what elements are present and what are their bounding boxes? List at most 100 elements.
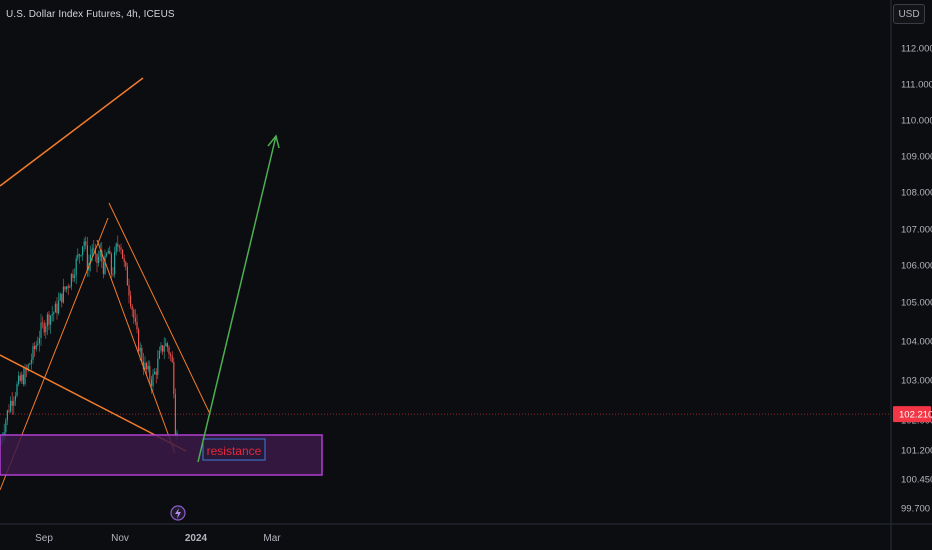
candle-body <box>8 410 10 412</box>
upper-channel-line <box>0 77 144 187</box>
candle-body <box>114 252 116 275</box>
candle-body <box>82 246 84 256</box>
candle-body <box>13 400 15 406</box>
y-tick-label: 106.000 <box>901 261 932 272</box>
y-tick-label: 104.000 <box>901 337 932 348</box>
x-tick-label: Sep <box>35 533 53 544</box>
candle-body <box>38 337 40 344</box>
candle-body <box>149 365 151 380</box>
candle-body <box>122 249 124 259</box>
candle-body <box>162 345 164 352</box>
candle-body <box>98 256 100 264</box>
candle-body <box>46 314 48 327</box>
candle-body <box>53 312 55 315</box>
candle-body <box>174 394 176 436</box>
currency-button[interactable]: USD <box>893 4 925 24</box>
candle-body <box>133 309 135 318</box>
candle-body <box>50 315 52 325</box>
candle-body <box>126 266 128 286</box>
x-tick-label: Nov <box>111 533 129 544</box>
candle-body <box>120 247 122 250</box>
y-tick-label: 108.000 <box>901 188 932 199</box>
candle-body <box>64 286 66 290</box>
candle-body <box>128 285 130 296</box>
candle-body <box>115 243 117 253</box>
y-tick-label: 112.000 <box>901 44 932 55</box>
candle-body <box>146 362 148 370</box>
candle-body <box>147 365 149 370</box>
candle-body <box>75 258 77 276</box>
y-tick-label: 105.000 <box>901 298 932 309</box>
candle-body <box>70 273 72 287</box>
candle-body <box>131 306 133 310</box>
candle-body <box>91 248 93 255</box>
candle-body <box>78 254 80 256</box>
falling-wedge-line-inner <box>96 239 176 454</box>
candle-body <box>110 253 112 275</box>
candle-body <box>42 322 44 324</box>
candle-body <box>32 346 34 360</box>
y-tick-label: 103.000 <box>901 376 932 387</box>
bullish-arrow-line <box>197 135 277 463</box>
candle-body <box>54 303 56 313</box>
resistance-label: resistance <box>207 444 262 458</box>
candle-body <box>66 286 68 290</box>
candle-body <box>102 261 104 274</box>
y-tick-label: 107.000 <box>901 225 932 236</box>
candle-body <box>62 286 64 303</box>
resistance-zone[interactable] <box>0 434 323 476</box>
candle-body <box>77 254 79 259</box>
y-tick-label: 99.700 <box>901 504 930 515</box>
candle-body <box>51 314 53 316</box>
candle-body <box>93 248 95 250</box>
candle-body <box>163 346 165 352</box>
candle-body <box>21 374 23 381</box>
candle-body <box>158 350 160 359</box>
price-chart[interactable]: resistance 112.000 111.000 110.000 109.000 1… <box>0 0 932 550</box>
candle-body <box>109 250 111 254</box>
candle-body <box>72 273 74 279</box>
candle-body <box>29 363 31 365</box>
candle-body <box>138 329 140 352</box>
candle-body <box>96 253 98 264</box>
candle-body <box>61 293 63 303</box>
candle-body <box>11 400 13 406</box>
candle-body <box>30 359 32 364</box>
candle-body <box>18 375 20 385</box>
candle-body <box>166 343 168 348</box>
candle-body <box>106 253 108 256</box>
candle-body <box>144 362 146 370</box>
falling-wedge-line-outer <box>108 202 211 415</box>
candle-body <box>5 420 7 433</box>
candle-body <box>125 261 127 267</box>
candle-body <box>69 286 71 288</box>
candle-body <box>22 374 24 385</box>
x-tick-label: 2024 <box>185 533 208 544</box>
candle-body <box>37 343 39 345</box>
candle-body <box>170 354 172 356</box>
candle-body <box>104 255 106 274</box>
y-tick-label: 110.000 <box>901 116 932 127</box>
candle-body <box>14 395 16 401</box>
candle-body <box>34 346 36 350</box>
candle-body <box>43 323 45 333</box>
candle-body <box>107 250 109 254</box>
candle-body <box>152 373 154 387</box>
candle-body <box>59 293 61 301</box>
event-marker[interactable] <box>170 505 186 521</box>
candle-body <box>160 345 162 351</box>
candle-body <box>24 368 26 385</box>
candle-body <box>83 241 85 247</box>
candle-body <box>168 347 170 355</box>
candle-body <box>85 241 87 246</box>
candle-body <box>141 347 143 362</box>
candle-body <box>136 321 138 330</box>
last-price-label: 102.210 <box>899 410 932 421</box>
candle-body <box>67 286 69 288</box>
x-tick-label: Mar <box>263 533 281 544</box>
candle-body <box>130 295 132 307</box>
y-tick-label: 109.000 <box>901 152 932 163</box>
candle-body <box>118 246 120 248</box>
candle-body <box>86 245 88 271</box>
candle-body <box>173 362 175 395</box>
